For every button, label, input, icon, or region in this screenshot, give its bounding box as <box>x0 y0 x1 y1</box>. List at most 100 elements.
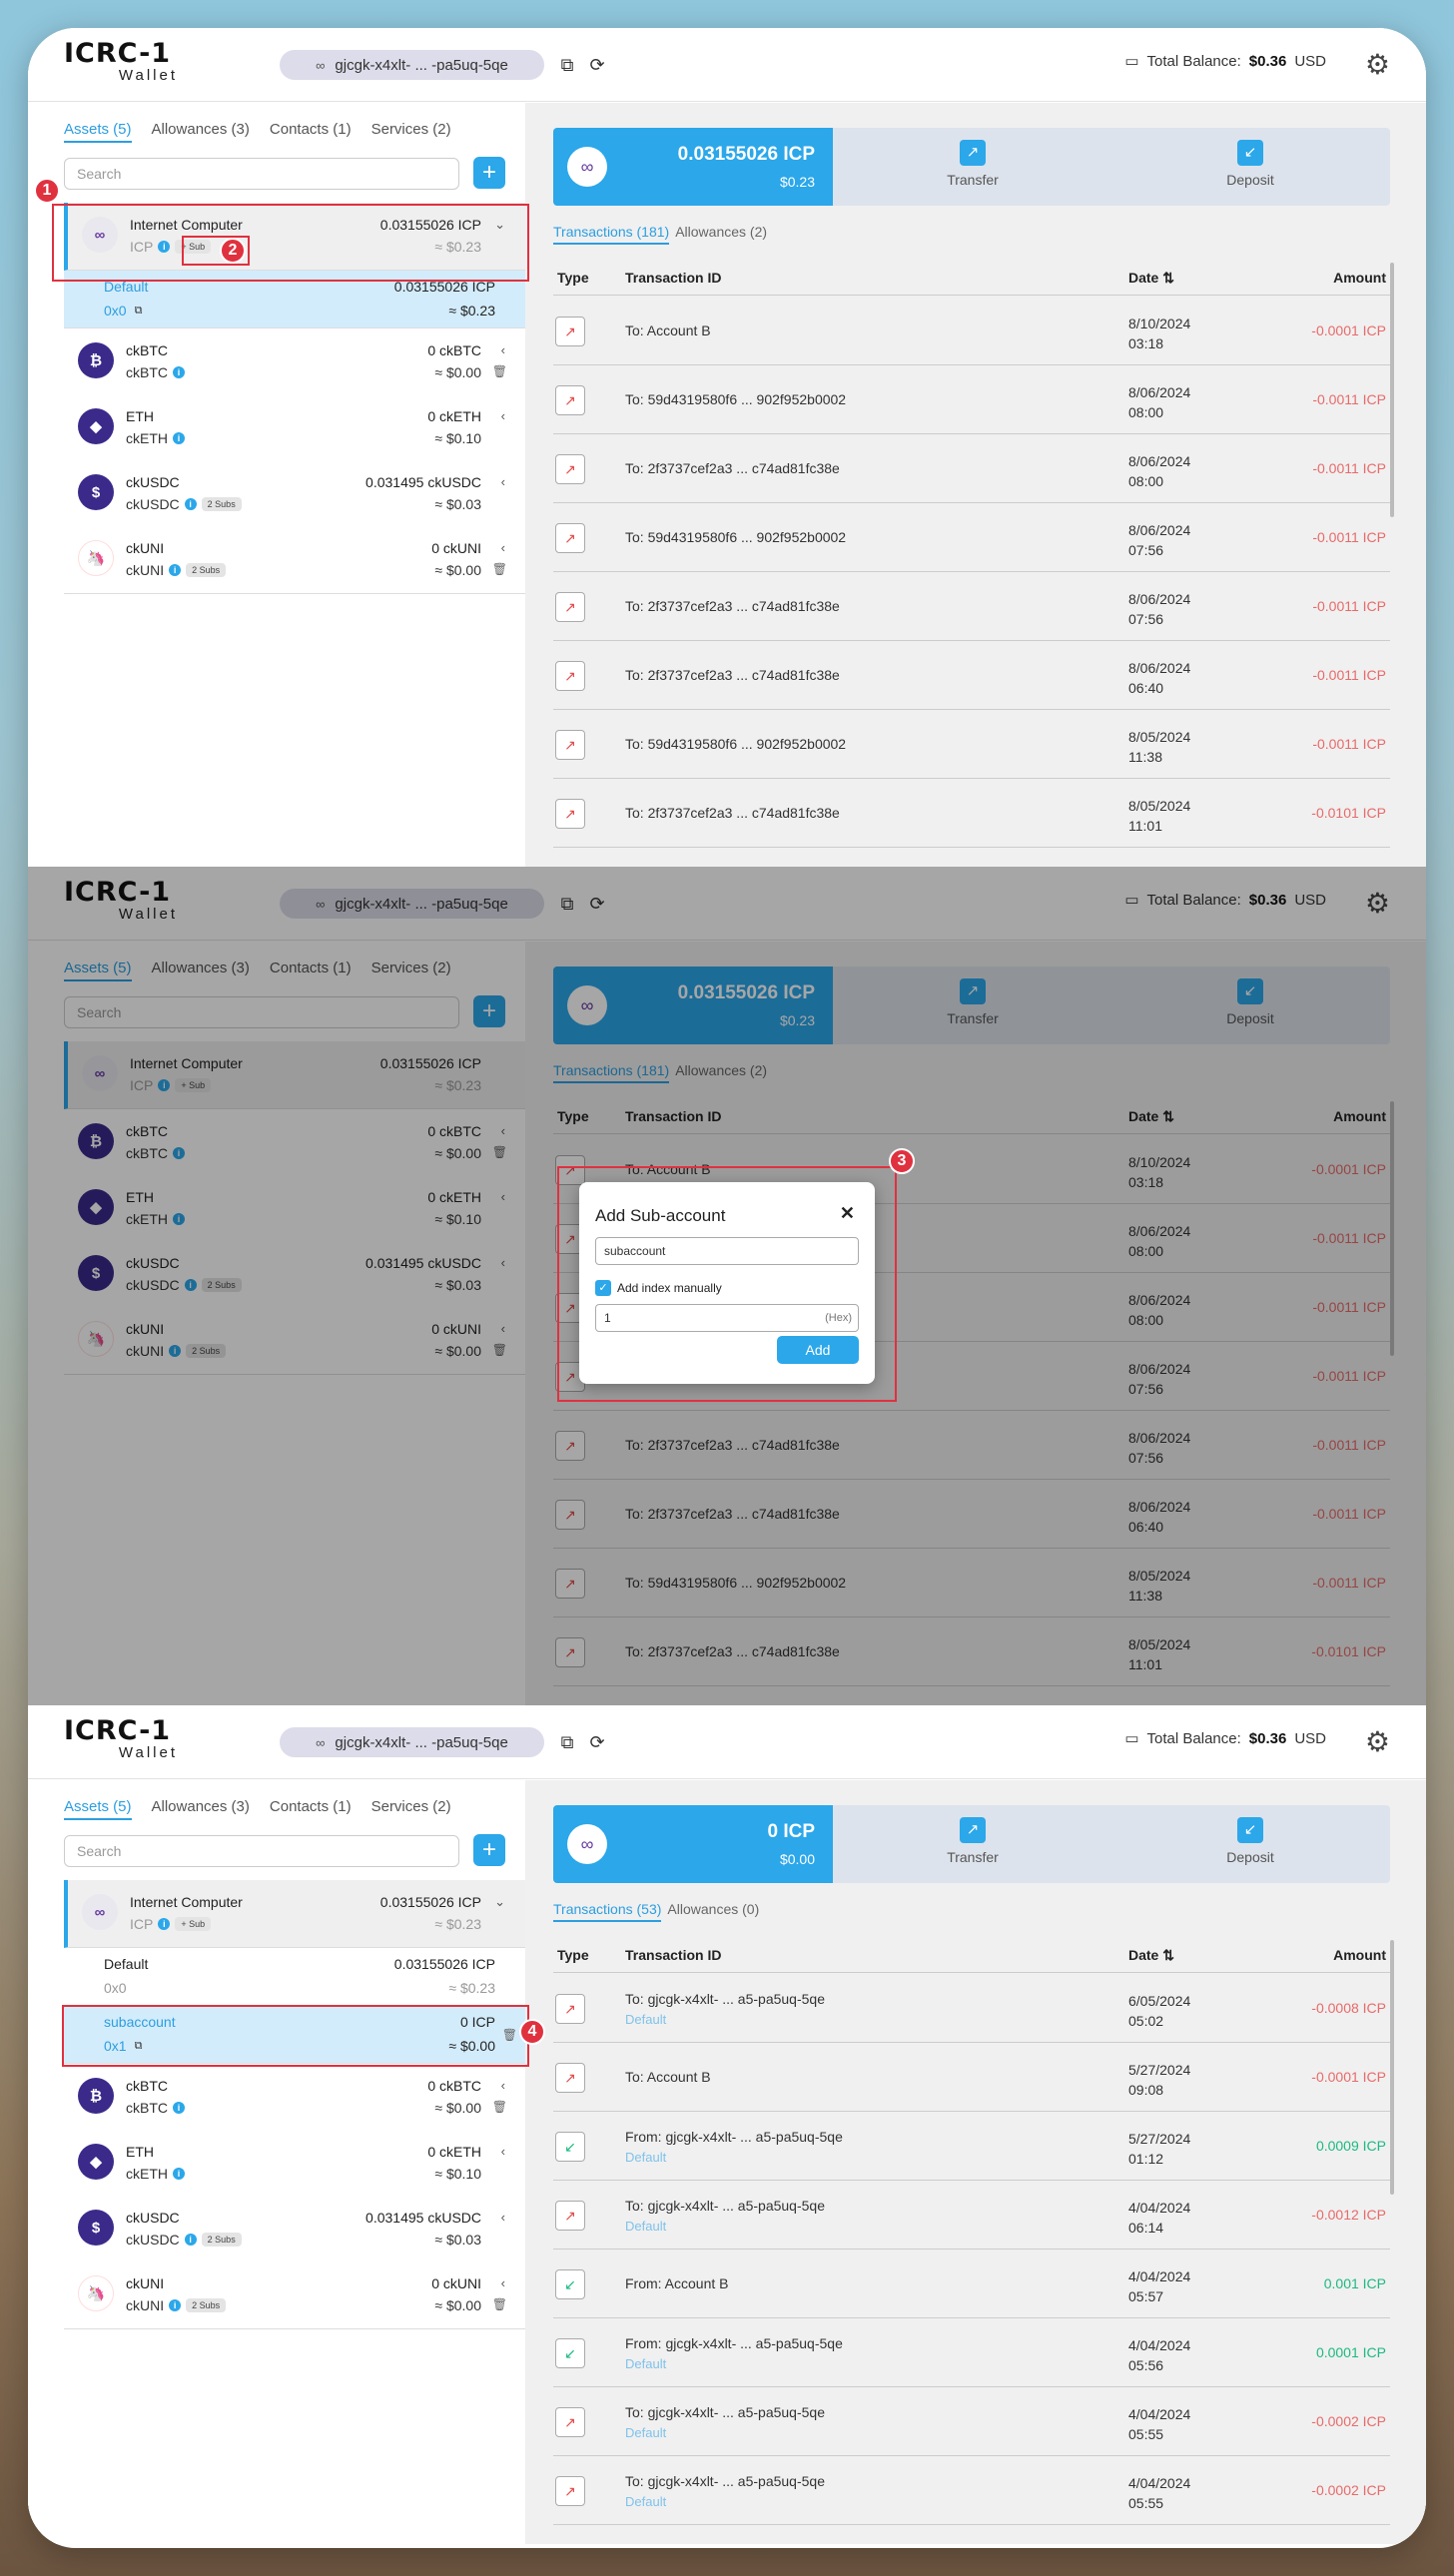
asset-row-ckusdc[interactable]: $ ckUSDC ckUSDC i 2 Subs 0.031495 ckUSDC ≈… <box>64 2196 525 2263</box>
chevron-left-icon[interactable]: ‹ <box>501 540 505 555</box>
scrollbar[interactable] <box>1390 263 1394 517</box>
tab-assets[interactable]: Assets (5) <box>64 121 132 143</box>
transaction-id: To: 2f3737cef2a3 ... c74ad81fc38e <box>625 667 840 683</box>
table-row[interactable]: ↗ To: gjcgk-x4xlt- ... a5-pa5uq-5qe Defaul… <box>553 2387 1390 2456</box>
date-value: 8/05/2024 <box>1128 729 1191 745</box>
table-row[interactable]: ↗ To: 2f3737cef2a3 ... c74ad81fc38e 8/06/2… <box>553 434 1390 503</box>
table-row[interactable]: ↗ To: 59d4319580f6 ... 902f952b0002 8/05/2… <box>553 710 1390 779</box>
table-row[interactable]: ↗ To: 59d4319580f6 ... 902f952b0002 8/06/2… <box>553 365 1390 434</box>
table-row[interactable]: ↗ To: 2f3737cef2a3 ... c74ad81fc38e 8/06/2… <box>553 572 1390 641</box>
table-row[interactable]: ↙ From: gjcgk-x4xlt- ... a5-pa5uq-5qe Defa… <box>553 2112 1390 2181</box>
tab-allowances[interactable]: Allowances (3) <box>152 1798 250 1820</box>
asset-symbol: ckUSDC <box>126 2232 180 2248</box>
asset-amount: 0 ckUNI <box>431 540 481 556</box>
table-row[interactable]: ↗ To: gjcgk-x4xlt- ... a5-pa5uq-5qe Defaul… <box>553 1974 1390 2043</box>
chevron-left-icon[interactable]: ‹ <box>501 408 505 423</box>
tab-services[interactable]: Services (2) <box>371 1798 451 1820</box>
principal-pill[interactable]: ∞ gjcgk-x4xlt- ... -pa5uq-5qe <box>280 1727 544 1757</box>
transaction-id: To: Account B <box>625 2069 711 2085</box>
table-row[interactable]: ↗ To: 59d4319580f6 ... 902f952b0002 8/06/2… <box>553 503 1390 572</box>
gear-icon[interactable]: ⚙ <box>1365 1725 1390 1758</box>
date-value: 4/04/2024 <box>1128 2337 1191 2353</box>
time-value: 08:00 <box>1128 404 1164 420</box>
tab-services[interactable]: Services (2) <box>371 121 451 143</box>
col-date-sort[interactable]: Date ⇅ <box>1128 270 1174 287</box>
subaccount-row-default[interactable]: Default 0x0 0.03155026 ICP ≈ $0.23 <box>64 1948 525 2006</box>
time-value: 11:01 <box>1128 818 1162 834</box>
transfer-label: Transfer <box>947 1849 999 1865</box>
tab-transactions[interactable]: Transactions (181) <box>553 224 670 245</box>
tab-tx-allowances[interactable]: Allowances (0) <box>667 1901 759 1922</box>
info-icon[interactable]: i <box>184 2234 197 2246</box>
add-sub-button[interactable]: + Sub <box>175 1917 212 1931</box>
ckusdc-logo-icon: $ <box>78 474 114 510</box>
asset-row-ckuni[interactable]: 🦄 ckUNI ckUNI i 2 Subs 0 ckUNI ≈ $0.00 ‹ 🗑 <box>64 526 525 594</box>
transaction-subaccount: Default <box>625 2219 667 2234</box>
asset-row-cketh[interactable]: ◆ ETH ckETH i 0 ckETH ≈ $0.10 ‹ <box>64 2130 525 2198</box>
info-icon[interactable]: i <box>184 498 197 510</box>
col-date-sort[interactable]: Date ⇅ <box>1128 1947 1174 1964</box>
info-icon[interactable]: i <box>173 432 185 444</box>
trash-icon[interactable]: 🗑 <box>492 562 507 576</box>
step-marker-1: 1 <box>34 178 60 204</box>
tab-contacts[interactable]: Contacts (1) <box>270 121 352 143</box>
copy-icon[interactable]: ⧉ <box>135 305 143 318</box>
asset-row-icp[interactable]: ∞ Internet Computer ICP i + Sub 0.03155026… <box>64 1880 525 1948</box>
tab-allowances[interactable]: Allowances (3) <box>152 121 250 143</box>
info-icon[interactable]: i <box>169 2299 182 2311</box>
chevron-left-icon[interactable]: ‹ <box>501 342 505 357</box>
total-balance: ▭ Total Balance: $0.36 USD <box>1124 52 1326 71</box>
chevron-left-icon[interactable]: ‹ <box>501 2210 505 2225</box>
transfer-button[interactable]: ↗ Transfer <box>873 1817 1073 1865</box>
add-asset-button[interactable]: + <box>473 1834 505 1866</box>
deposit-button[interactable]: ↙ Deposit <box>1150 140 1350 188</box>
chevron-left-icon[interactable]: ‹ <box>501 2275 505 2290</box>
table-row[interactable]: ↗ To: 2f3737cef2a3 ... c74ad81fc38e 8/05/2… <box>553 779 1390 848</box>
chevron-left-icon[interactable]: ‹ <box>501 2144 505 2159</box>
subaccount-amount: 0.03155026 ICP <box>393 1956 495 1972</box>
info-icon[interactable]: i <box>158 1918 171 1930</box>
chevron-left-icon[interactable]: ‹ <box>501 2078 505 2093</box>
tab-transactions[interactable]: Transactions (53) <box>553 1901 662 1922</box>
asset-row-ckbtc[interactable]: ₿ ckBTC ckBTC i 0 ckBTC ≈ $0.00 ‹ 🗑 <box>64 2064 525 2132</box>
copy-icon[interactable]: ⧉ <box>554 1729 580 1755</box>
tab-assets[interactable]: Assets (5) <box>64 1798 132 1820</box>
info-icon[interactable]: i <box>173 366 185 378</box>
table-row[interactable]: ↗ To: gjcgk-x4xlt- ... a5-pa5uq-5qe Defaul… <box>553 2456 1390 2525</box>
trash-icon[interactable]: 🗑 <box>492 364 507 378</box>
deposit-button[interactable]: ↙ Deposit <box>1150 1817 1350 1865</box>
search-input[interactable]: Search <box>64 158 459 190</box>
principal-pill[interactable]: ∞ gjcgk-x4xlt- ... -pa5uq-5qe <box>280 50 544 80</box>
table-row[interactable]: ↗ To: gjcgk-x4xlt- ... a5-pa5uq-5qe Defaul… <box>553 2181 1390 2250</box>
tab-tx-allowances[interactable]: Allowances (2) <box>675 224 767 245</box>
refresh-icon[interactable]: ⟳ <box>584 52 610 78</box>
copy-icon[interactable]: ⧉ <box>554 52 580 78</box>
asset-row-ckusdc[interactable]: $ ckUSDC ckUSDC i 2 Subs 0.031495 ckUSDC ≈… <box>64 460 525 528</box>
search-input[interactable]: Search <box>64 1835 459 1867</box>
transaction-date: 8/05/2024 11:38 <box>1128 727 1190 767</box>
refresh-icon[interactable]: ⟳ <box>584 1729 610 1755</box>
table-row[interactable]: ↗ To: Account B 5/27/2024 09:08 -0.0001 ICP <box>553 2043 1390 2112</box>
gear-icon[interactable]: ⚙ <box>1365 48 1390 81</box>
asset-row-ckuni[interactable]: 🦄 ckUNI ckUNI i 2 Subs 0 ckUNI ≈ $0.00 ‹ 🗑 <box>64 2261 525 2329</box>
arrow-down-left-icon: ↙ <box>555 2132 585 2162</box>
transfer-button[interactable]: ↗ Transfer <box>873 140 1073 188</box>
trash-icon[interactable]: 🗑 <box>492 2100 507 2114</box>
table-row[interactable]: ↙ From: Account B 4/04/2024 05:57 0.001 ICP <box>553 2250 1390 2318</box>
add-asset-button[interactable]: + <box>473 157 505 189</box>
table-row[interactable]: ↙ From: gjcgk-x4xlt- ... a5-pa5uq-5qe Defa… <box>553 2318 1390 2387</box>
table-row[interactable]: ↗ To: 2f3737cef2a3 ... c74ad81fc38e 8/06/2… <box>553 641 1390 710</box>
table-row[interactable]: ↗ To: Account B 8/10/2024 03:18 -0.0001 ICP <box>553 297 1390 365</box>
asset-row-cketh[interactable]: ◆ ETH ckETH i 0 ckETH ≈ $0.10 ‹ <box>64 394 525 462</box>
info-icon[interactable]: i <box>173 2168 185 2180</box>
ckuni-logo-icon: 🦄 <box>78 540 114 576</box>
trash-icon[interactable]: 🗑 <box>492 2297 507 2311</box>
tab-contacts[interactable]: Contacts (1) <box>270 1798 352 1820</box>
total-balance-value: $0.36 <box>1248 1729 1287 1747</box>
chevron-left-icon[interactable]: ‹ <box>501 474 505 489</box>
scrollbar[interactable] <box>1390 1940 1394 2195</box>
info-icon[interactable]: i <box>173 2102 185 2114</box>
info-icon[interactable]: i <box>169 564 182 576</box>
asset-row-ckbtc[interactable]: ₿ ckBTC ckBTC i 0 ckBTC ≈ $0.00 ‹ 🗑 <box>64 328 525 396</box>
chevron-down-icon[interactable]: ⌄ <box>494 1894 505 1910</box>
